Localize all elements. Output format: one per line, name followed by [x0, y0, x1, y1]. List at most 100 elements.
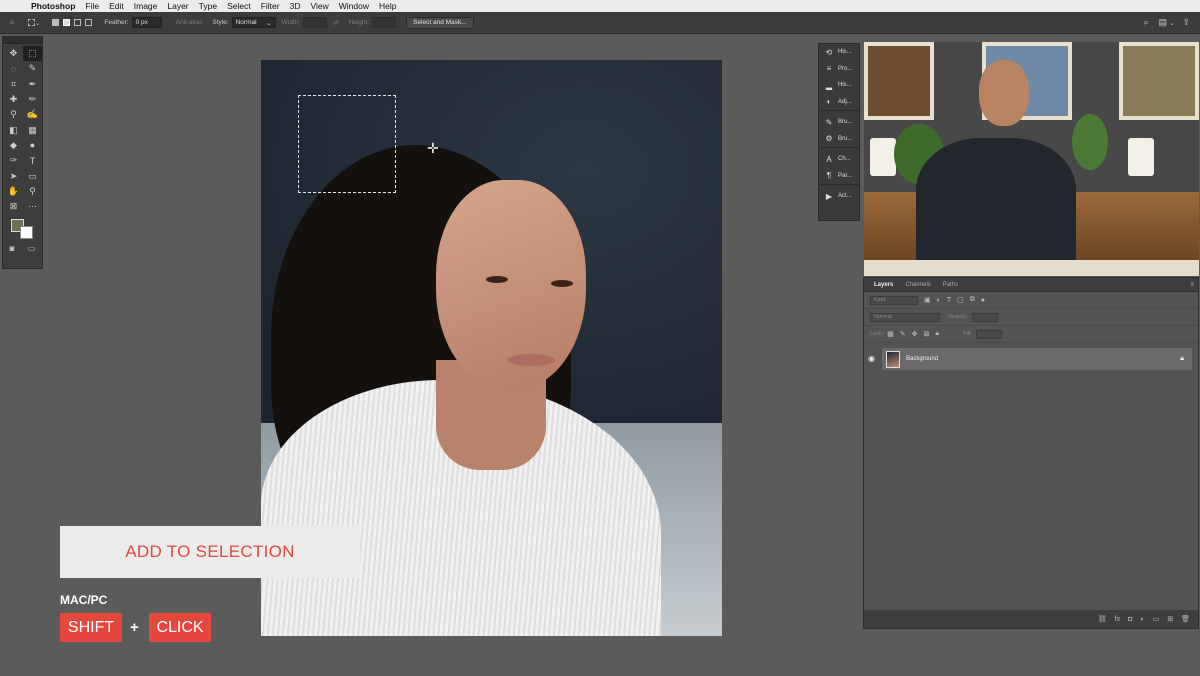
frame-icon[interactable]: ⊠ [4, 199, 23, 214]
swap-icon[interactable]: ⇄ [333, 19, 338, 27]
opacity-field[interactable] [972, 312, 999, 322]
filter-type-icon[interactable]: T [947, 297, 951, 304]
quick-mask-icon[interactable]: ◙ [10, 244, 15, 253]
gradient-icon[interactable]: ▦ [23, 122, 42, 137]
tab-layers[interactable]: Layers [868, 282, 899, 291]
home-icon[interactable]: ⌂ [10, 16, 14, 30]
stamp-icon[interactable]: ⚲ [4, 107, 23, 122]
lock-position-icon[interactable]: ✥ [912, 330, 918, 338]
fx-icon[interactable]: fx [1115, 616, 1120, 623]
tab-channels[interactable]: Channels [899, 282, 936, 291]
screen-mode-icon[interactable]: ▭ [28, 244, 36, 253]
workspace-icon[interactable]: ▤ [1158, 17, 1167, 28]
hand-icon[interactable]: ✋ [4, 184, 23, 199]
menu-filter[interactable]: Filter [256, 1, 285, 11]
lock-all-icon[interactable]: 🔒︎ [935, 330, 939, 338]
menu-help[interactable]: Help [374, 1, 401, 11]
filter-smart-object-icon[interactable]: ⧉ [970, 296, 975, 304]
history-brush-icon[interactable]: ✍ [23, 107, 42, 122]
tool-grid: ✥ ⬚ ◌ ✎ ⌗ ✒ ✚ ✏ ⚲ ✍ ◧ ▦ ◆ ● ✑ T ➤ ▭ ✋ ⚲ ⊠ ⋯ [3, 44, 42, 216]
zoom-icon[interactable]: ⚲ [23, 184, 42, 199]
quick-select-icon[interactable]: ✎ [23, 61, 42, 76]
layer-visibility-eye-icon[interactable]: ◉ [868, 354, 875, 363]
layer-row-background[interactable]: Background 🔒︎ [882, 348, 1192, 370]
marquee-selection[interactable] [298, 95, 396, 193]
menu-image[interactable]: Image [129, 1, 163, 11]
properties-icon: ≡ [826, 64, 832, 74]
share-icon[interactable]: ⇪ [1182, 17, 1190, 28]
adjustment-layer-icon[interactable]: ◐ [1140, 616, 1144, 623]
feather-field[interactable]: 0 px [131, 17, 162, 28]
new-selection-icon[interactable] [52, 16, 60, 30]
path-select-icon[interactable]: ➤ [4, 168, 23, 183]
panel-strip-item[interactable]: ⚙ Bru... [819, 131, 859, 148]
menu-edit[interactable]: Edit [104, 1, 129, 11]
menu-file[interactable]: File [80, 1, 104, 11]
banner-title: ADD TO SELECTION [125, 542, 295, 561]
panel-strip-item[interactable]: ⟲ His... [819, 44, 859, 61]
panel-menu-icon[interactable]: ≡ [1190, 282, 1194, 291]
lock-transparent-icon[interactable]: ▦ [887, 330, 894, 338]
menu-view[interactable]: View [305, 1, 333, 11]
width-field[interactable] [303, 17, 328, 28]
brush-icon[interactable]: ✏ [23, 92, 42, 107]
add-mask-icon[interactable]: ◘ [1128, 616, 1132, 623]
tab-paths[interactable]: Paths [937, 282, 964, 291]
panel-strip-item[interactable]: ◐ Adj... [819, 94, 859, 111]
filter-pixel-icon[interactable]: ▣ [924, 296, 931, 304]
menu-layer[interactable]: Layer [162, 1, 193, 11]
menu-window[interactable]: Window [334, 1, 374, 11]
filter-adjustment-icon[interactable]: ◐ [937, 297, 941, 304]
group-icon[interactable]: ▭ [1153, 615, 1160, 623]
menu-type[interactable]: Type [194, 1, 222, 11]
background-color-swatch[interactable] [20, 226, 33, 240]
healing-icon[interactable]: ✚ [4, 92, 23, 107]
link-layers-icon[interactable]: ⛓ [1098, 615, 1107, 623]
type-icon[interactable]: T [23, 153, 42, 168]
panel-strip-item[interactable]: ✎ Bru... [819, 114, 859, 131]
panel-strip-item[interactable]: ¶ Par... [819, 168, 859, 185]
shape-icon[interactable]: ▭ [23, 168, 42, 183]
adjustments-icon: ◐ [826, 97, 832, 107]
more-icon[interactable]: ⋯ [23, 199, 42, 214]
lasso-icon[interactable]: ◌ [4, 61, 23, 76]
menu-select[interactable]: Select [222, 1, 256, 11]
search-icon[interactable]: ⌕ [1143, 17, 1148, 28]
blend-mode-select[interactable]: Normal [870, 312, 940, 322]
tools-panel-header[interactable] [3, 37, 42, 44]
eraser-icon[interactable]: ◧ [4, 122, 23, 137]
fill-field[interactable] [975, 329, 1002, 339]
trash-icon[interactable]: 🗑︎ [1181, 615, 1190, 623]
move-icon[interactable]: ✥ [4, 46, 23, 61]
blur-icon[interactable]: ◆ [4, 138, 23, 153]
lock-image-icon[interactable]: ✎ [900, 330, 906, 338]
pen-icon[interactable]: ✑ [4, 153, 23, 168]
lock-artboard-icon[interactable]: ⊠ [924, 330, 930, 338]
kind-filter-select[interactable]: Kind [870, 295, 918, 305]
app-name-menu[interactable]: Photoshop [22, 1, 80, 11]
subtract-selection-icon[interactable] [74, 16, 82, 30]
select-and-mask-button[interactable]: Select and Mask... [406, 16, 474, 29]
panel-strip-item[interactable]: ▶ Act... [819, 188, 859, 205]
eyedropper-icon[interactable]: ✒ [23, 77, 42, 92]
workspace-chevron-icon[interactable]: ⌄ [1169, 19, 1174, 27]
filter-shape-icon[interactable]: ▢ [957, 296, 964, 304]
style-select[interactable]: Normal ⌄ [231, 17, 276, 28]
anti-alias-checkbox[interactable]: Anti-alias [176, 19, 203, 26]
panel-strip-item[interactable]: ▂ His... [819, 77, 859, 94]
panel-strip-item[interactable]: ≡ Pro... [819, 61, 859, 78]
new-layer-icon[interactable]: ⊞ [1167, 615, 1173, 623]
shortcut-key-shift: SHIFT [60, 613, 122, 642]
crop-icon[interactable]: ⌗ [4, 77, 23, 92]
panel-strip-item[interactable]: A Ch... [819, 151, 859, 168]
marquee-preset-icon[interactable]: ⌄ [27, 16, 40, 30]
add-selection-icon[interactable] [63, 16, 71, 30]
layers-panel-tabs: Layers Channels Paths ≡ [864, 278, 1198, 292]
menu-3d[interactable]: 3D [285, 1, 306, 11]
dodge-icon[interactable]: ● [23, 138, 42, 153]
marquee-icon[interactable]: ⬚ [23, 46, 42, 62]
filter-toggle-icon[interactable]: ● [981, 297, 985, 304]
tutorial-banner: ADD TO SELECTION [60, 526, 360, 578]
height-field[interactable] [372, 17, 397, 28]
intersect-selection-icon[interactable] [85, 16, 93, 30]
